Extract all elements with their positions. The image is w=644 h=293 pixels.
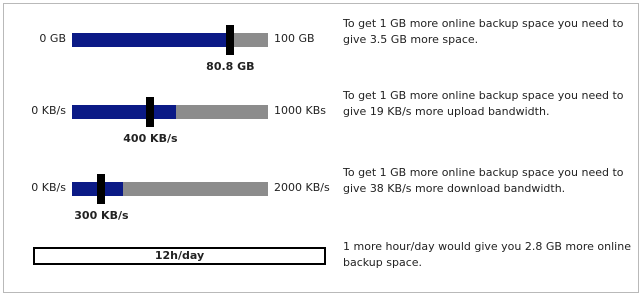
download-slider-track[interactable] (72, 174, 268, 204)
download-min-label: 0 KB/s (31, 181, 66, 194)
upload-slider-track[interactable] (72, 97, 268, 127)
download-description: To get 1 GB more online backup space you… (343, 166, 624, 195)
upload-slider-thumb[interactable] (146, 97, 155, 127)
storage-slider-track[interactable] (72, 25, 268, 55)
download-slider-thumb[interactable] (97, 174, 106, 204)
hours-per-day-field[interactable]: 12h/day (33, 247, 326, 265)
hours-description: 1 more hour/day would give you 2.8 GB mo… (343, 240, 631, 269)
download-max-label: 2000 KB/s (274, 181, 330, 194)
storage-description: To get 1 GB more online backup space you… (343, 17, 624, 46)
upload-value-label: 400 KB/s (123, 132, 178, 145)
upload-min-label: 0 KB/s (31, 104, 66, 117)
download-value-label: 300 KB/s (74, 209, 129, 222)
upload-description: To get 1 GB more online backup space you… (343, 89, 624, 118)
storage-max-label: 100 GB (274, 32, 315, 45)
storage-slider-fill (72, 33, 231, 47)
storage-value-label: 80.8 GB (206, 60, 255, 73)
storage-slider-thumb[interactable] (226, 25, 235, 55)
upload-max-label: 1000 KBs (274, 104, 326, 117)
storage-min-label: 0 GB (39, 32, 66, 45)
upload-slider-fill (72, 105, 176, 119)
